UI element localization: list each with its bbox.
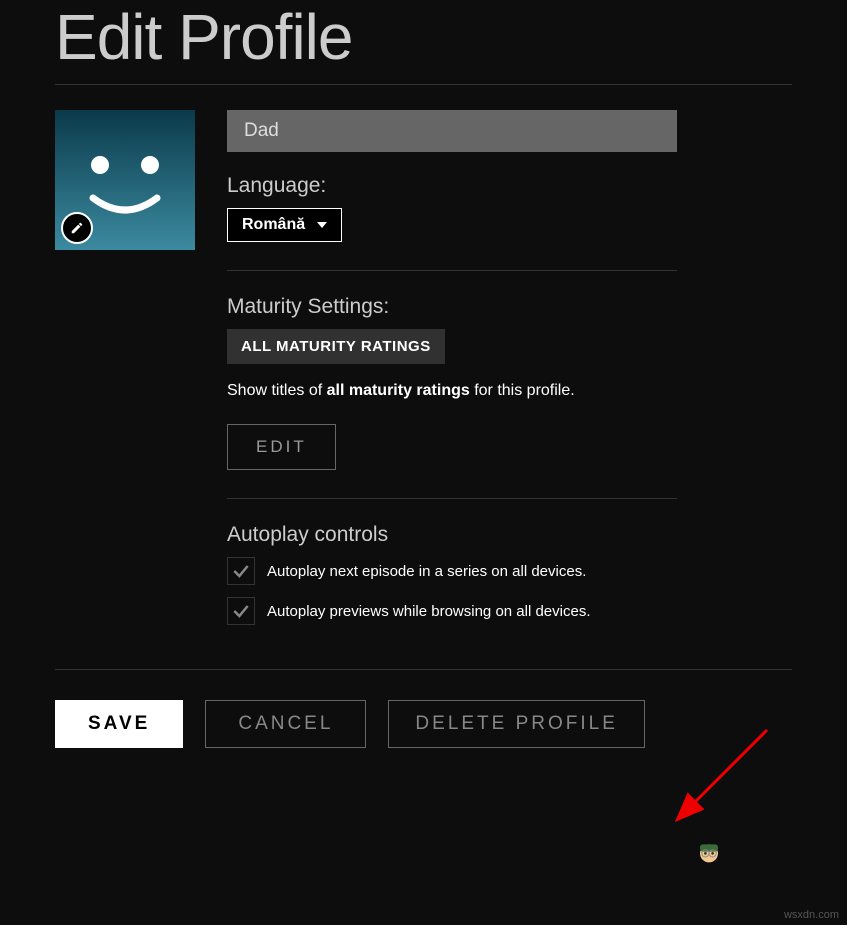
profile-name-input[interactable] [227,110,677,152]
section-divider [227,498,677,499]
cursor-character-icon [691,839,727,875]
maturity-description: Show titles of all maturity ratings for … [227,382,792,400]
avatar-edit-button[interactable] [61,212,93,244]
autoplay-previews-checkbox[interactable]: Autoplay previews while browsing on all … [227,597,792,625]
autoplay-option-label: Autoplay previews while browsing on all … [267,603,591,620]
watermark: wsxdn.com [784,909,839,921]
page-title: Edit Profile [55,0,792,74]
language-dropdown[interactable]: Română [227,208,342,242]
autoplay-label: Autoplay controls [227,523,792,547]
maturity-label: Maturity Settings: [227,295,792,319]
checkbox-icon [227,557,255,585]
cancel-button[interactable]: CANCEL [205,700,366,748]
delete-profile-button[interactable]: DELETE PROFILE [388,700,645,748]
section-divider [227,270,677,271]
language-label: Language: [227,174,792,198]
save-button[interactable]: SAVE [55,700,183,748]
language-selected: Română [242,216,305,234]
title-divider [55,84,792,85]
autoplay-next-episode-checkbox[interactable]: Autoplay next episode in a series on all… [227,557,792,585]
autoplay-option-label: Autoplay next episode in a series on all… [267,563,586,580]
maturity-edit-button[interactable]: EDIT [227,424,336,470]
maturity-badge: ALL MATURITY RATINGS [227,329,445,364]
avatar[interactable] [55,110,195,250]
pencil-icon [70,221,84,235]
chevron-down-icon [317,222,327,228]
checkbox-icon [227,597,255,625]
